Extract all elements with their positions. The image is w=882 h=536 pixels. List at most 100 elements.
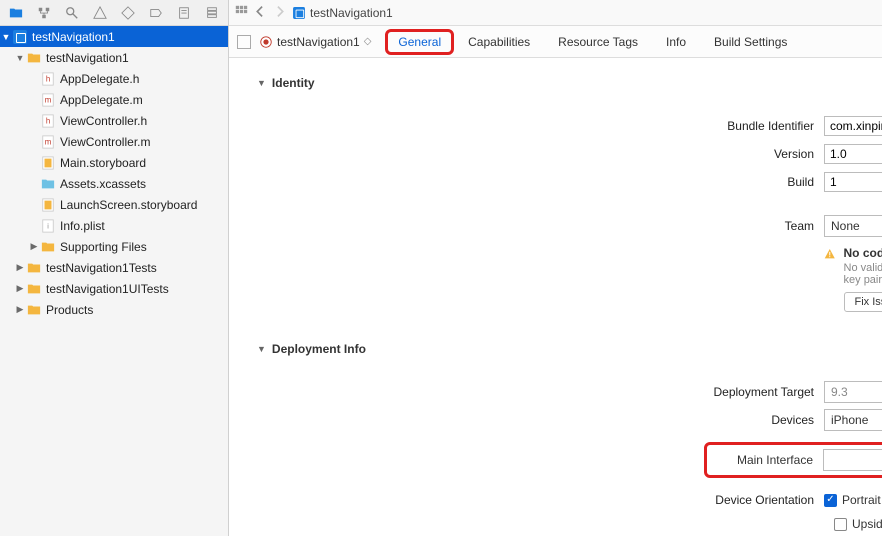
- devices-label: Devices: [229, 413, 824, 427]
- file-appdelegate-h[interactable]: hAppDelegate.h: [0, 68, 228, 89]
- group-uitests[interactable]: ▶testNavigation1UITests: [0, 278, 228, 299]
- project-root[interactable]: ▼ testNavigation1: [0, 26, 228, 47]
- assets-icon: [40, 176, 56, 192]
- breakpoint-nav-icon[interactable]: [148, 5, 164, 21]
- tab-info[interactable]: Info: [666, 35, 686, 49]
- file-main-storyboard[interactable]: Main.storyboard: [0, 152, 228, 173]
- warning-icon: [824, 246, 836, 262]
- svg-text:h: h: [46, 74, 50, 83]
- svg-text:h: h: [46, 116, 50, 125]
- related-items-icon[interactable]: [235, 5, 248, 21]
- folder-icon: [40, 239, 56, 255]
- navigator-toolbar: [0, 0, 228, 26]
- build-input[interactable]: [824, 172, 882, 192]
- devices-select[interactable]: iPhone: [824, 409, 882, 431]
- section-identity-label: Identity: [272, 76, 315, 90]
- orientation-label: Device Orientation: [229, 493, 824, 507]
- file-viewcontroller-m[interactable]: mViewController.m: [0, 131, 228, 152]
- group-products[interactable]: ▶Products: [0, 299, 228, 320]
- general-content: ▼Identity Bundle Identifier Version Buil…: [229, 58, 882, 536]
- highlight-general-tab: General: [385, 29, 454, 55]
- h-file-icon: h: [40, 113, 56, 129]
- folder-icon: [26, 260, 42, 276]
- section-deployment[interactable]: ▼Deployment Info: [229, 336, 882, 362]
- debug-nav-icon[interactable]: [120, 5, 136, 21]
- nav-forward-icon[interactable]: [273, 5, 286, 21]
- row-version: Version: [229, 140, 882, 168]
- team-select[interactable]: None: [824, 215, 882, 237]
- file-tree: ▼ testNavigation1 ▼ testNavigation1 hApp…: [0, 26, 228, 320]
- storyboard-icon: [40, 155, 56, 171]
- section-deployment-label: Deployment Info: [272, 342, 366, 356]
- row-build: Build: [229, 168, 882, 196]
- search-icon[interactable]: [64, 5, 80, 21]
- file-viewcontroller-h[interactable]: hViewController.h: [0, 110, 228, 131]
- folder-icon: [26, 281, 42, 297]
- svg-text:m: m: [45, 95, 52, 104]
- deployment-target-select[interactable]: 9.3: [824, 381, 882, 403]
- group-tests[interactable]: ▶testNavigation1Tests: [0, 257, 228, 278]
- version-input[interactable]: [824, 144, 882, 164]
- editor-breadcrumb-bar: testNavigation1: [229, 0, 882, 26]
- orientation-options: Upside Down Landscape Left Landscape Rig…: [229, 514, 882, 536]
- row-orientation: Device Orientation Portrait: [229, 486, 882, 514]
- folder-icon: [26, 302, 42, 318]
- portrait-label: Portrait: [842, 493, 881, 507]
- m-file-icon: m: [40, 92, 56, 108]
- warning-title: No code signing identities found: [844, 246, 882, 260]
- fix-issue-button[interactable]: Fix Issue: [844, 292, 882, 312]
- warning-text: No valid signing identities (i.e. certif…: [844, 262, 882, 286]
- tab-general[interactable]: General: [398, 35, 441, 49]
- h-file-icon: h: [40, 71, 56, 87]
- tab-build-settings[interactable]: Build Settings: [714, 35, 787, 49]
- checkbox-upside-down[interactable]: [834, 518, 847, 531]
- log-nav-icon[interactable]: [204, 5, 220, 21]
- devices-value: iPhone: [831, 413, 868, 427]
- project-icon: [13, 30, 27, 44]
- target-name: testNavigation1: [277, 35, 360, 49]
- project-icon: [293, 7, 305, 19]
- deployment-target-value: 9.3: [831, 385, 848, 399]
- section-identity[interactable]: ▼Identity: [229, 70, 882, 96]
- project-root-label: testNavigation1: [32, 30, 115, 44]
- main-interface-select[interactable]: [823, 449, 882, 471]
- folder-icon: [26, 50, 42, 66]
- hierarchy-icon[interactable]: [36, 5, 52, 21]
- highlight-main-interface: Main Interface: [704, 442, 882, 478]
- bundle-id-label: Bundle Identifier: [229, 119, 824, 133]
- row-main-interface: Main Interface: [229, 442, 882, 478]
- tab-capabilities[interactable]: Capabilities: [468, 35, 530, 49]
- target-editor-tabs: testNavigation1 ◇ General Capabilities R…: [229, 26, 882, 58]
- m-file-icon: m: [40, 134, 56, 150]
- file-info-plist[interactable]: iInfo.plist: [0, 215, 228, 236]
- row-bundle-id: Bundle Identifier: [229, 112, 882, 140]
- group-folder-label: testNavigation1: [46, 51, 129, 65]
- row-signing-warning: No code signing identities found No vali…: [229, 246, 882, 312]
- target-selector[interactable]: testNavigation1 ◇: [259, 35, 371, 49]
- tab-resource-tags[interactable]: Resource Tags: [558, 35, 638, 49]
- group-folder[interactable]: ▼ testNavigation1: [0, 47, 228, 68]
- nav-back-icon[interactable]: [254, 5, 267, 21]
- plist-icon: i: [40, 218, 56, 234]
- group-supporting-files[interactable]: ▶Supporting Files: [0, 236, 228, 257]
- targets-list-toggle[interactable]: [237, 35, 251, 49]
- bundle-id-input[interactable]: [824, 116, 882, 136]
- breadcrumb[interactable]: testNavigation1: [292, 6, 393, 20]
- breadcrumb-label: testNavigation1: [310, 6, 393, 20]
- svg-text:m: m: [45, 137, 52, 146]
- folder-navigator-icon[interactable]: [8, 5, 24, 21]
- warning-nav-icon[interactable]: [92, 5, 108, 21]
- file-appdelegate-m[interactable]: mAppDelegate.m: [0, 89, 228, 110]
- team-label: Team: [229, 219, 824, 233]
- report-nav-icon[interactable]: [176, 5, 192, 21]
- file-launchscreen[interactable]: LaunchScreen.storyboard: [0, 194, 228, 215]
- upside-label: Upside Down: [852, 517, 882, 531]
- storyboard-icon: [40, 197, 56, 213]
- file-assets[interactable]: Assets.xcassets: [0, 173, 228, 194]
- app-target-icon: [259, 35, 273, 49]
- editor-area: testNavigation1 testNavigation1 ◇ Genera…: [229, 0, 882, 536]
- checkbox-portrait[interactable]: [824, 494, 837, 507]
- row-devices: Devices iPhone: [229, 406, 882, 434]
- row-deployment-target: Deployment Target 9.3: [229, 378, 882, 406]
- main-interface-label: Main Interface: [713, 453, 813, 467]
